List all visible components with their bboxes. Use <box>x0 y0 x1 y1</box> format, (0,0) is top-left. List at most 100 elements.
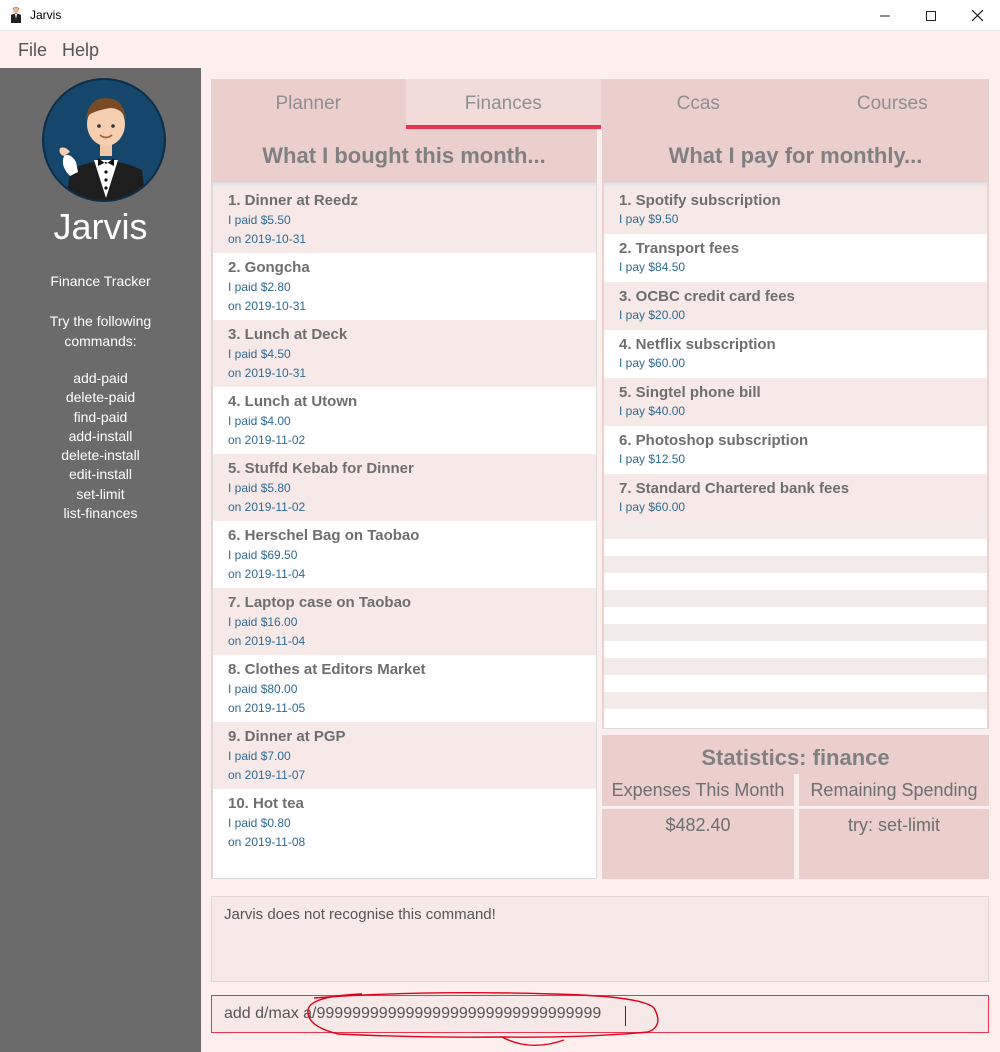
purchase-date: on 2019-11-04 <box>228 567 306 581</box>
result-message: Jarvis does not recognise this command! <box>224 906 496 923</box>
purchase-title: 1. Dinner at Reedz <box>228 192 359 209</box>
monthly-row[interactable]: 7. Standard Chartered bank fees I pay $60… <box>604 474 987 522</box>
monthly-row[interactable]: 6. Photoshop subscription I pay $12.50 <box>604 426 987 474</box>
minimize-icon <box>880 15 890 16</box>
butler-avatar <box>42 78 166 202</box>
purchase-row[interactable]: 7. Laptop case on Taobao I paid $16.00 on … <box>213 588 596 655</box>
monthly-row[interactable]: 5. Singtel phone bill I pay $40.00 <box>604 378 987 426</box>
empty-list-row <box>604 709 987 726</box>
purchase-title: 8. Clothes at Editors Market <box>228 661 426 678</box>
text-caret <box>625 1006 626 1026</box>
purchase-amount: I paid $0.80 <box>228 816 291 830</box>
command-hint: delete-install <box>61 447 140 464</box>
purchase-title: 5. Stuffd Kebab for Dinner <box>228 460 414 477</box>
purchase-date: on 2019-10-31 <box>228 232 307 246</box>
try-commands-text: Try the following commands: <box>49 313 152 349</box>
empty-list-row <box>604 607 987 624</box>
module-subtitle: Finance Tracker <box>50 273 151 289</box>
purchase-title: 9. Dinner at PGP <box>228 728 346 745</box>
monthly-row[interactable]: 2. Transport fees I pay $84.50 <box>604 234 987 282</box>
monthly-row[interactable]: 3. OCBC credit card fees I pay $20.00 <box>604 282 987 330</box>
purchase-amount: I paid $5.50 <box>228 213 291 227</box>
monthly-row[interactable]: 1. Spotify subscription I pay $9.50 <box>604 186 987 234</box>
command-hint: find-paid <box>73 408 128 425</box>
purchase-row[interactable]: 8. Clothes at Editors Market I paid $80.0… <box>213 655 596 722</box>
command-hint: set-limit <box>76 485 125 502</box>
monthly-amount: I pay $20.00 <box>619 308 686 322</box>
purchase-amount: I paid $2.80 <box>228 280 291 294</box>
purchases-panel: What I bought this month... 1. Dinner at… <box>211 129 597 879</box>
monthly-row[interactable]: 4. Netflix subscription I pay $60.00 <box>604 330 987 378</box>
purchase-row[interactable]: 5. Stuffd Kebab for Dinner I paid $5.80 on… <box>213 454 596 521</box>
stat-divider <box>602 806 794 809</box>
purchase-title: 6. Herschel Bag on Taobao <box>228 527 420 544</box>
remaining-label: Remaining Spending <box>810 780 978 800</box>
statistics-panel: Statistics: finance Expenses This Month … <box>602 735 989 879</box>
command-list: add-paid delete-paid find-paid add-install d… <box>0 369 201 523</box>
butler-avatar-icon <box>59 98 146 200</box>
maximize-icon <box>926 10 936 21</box>
command-hint: delete-paid <box>65 389 136 406</box>
purchases-list[interactable]: 1. Dinner at Reedz I paid $5.50 on 2019-10… <box>212 182 597 879</box>
monthly-title: 5. Singtel phone bill <box>619 384 761 401</box>
sidebar: Jarvis Finance Tracker Try the following… <box>0 68 201 1052</box>
empty-list-row <box>604 590 987 607</box>
expenses-label: Expenses This Month <box>611 780 785 800</box>
empty-list-row <box>604 692 987 709</box>
monthly-amount: I pay $12.50 <box>619 452 686 466</box>
command-hint: add-paid <box>73 370 128 386</box>
purchase-row[interactable]: 10. Hot tea I paid $0.80 on 2019-11-08 <box>213 789 596 856</box>
minimize-button[interactable] <box>862 0 908 31</box>
purchase-row[interactable]: 3. Lunch at Deck I paid $4.50 on 2019-10-3… <box>213 320 596 387</box>
command-input[interactable] <box>212 996 988 1032</box>
purchase-amount: I paid $5.80 <box>228 481 291 495</box>
purchase-title: 2. Gongcha <box>228 259 310 276</box>
expenses-value: $482.40 <box>665 815 731 835</box>
monthly-title: 1. Spotify subscription <box>619 192 781 209</box>
monthly-title: 4. Netflix subscription <box>619 336 776 353</box>
purchase-date: on 2019-11-05 <box>228 701 306 715</box>
purchase-amount: I paid $16.00 <box>228 615 298 629</box>
empty-list-row <box>604 641 987 658</box>
monthly-title: 6. Photoshop subscription <box>619 432 809 449</box>
monthly-amount: I pay $60.00 <box>619 500 686 514</box>
empty-list-row <box>604 675 987 692</box>
purchase-row[interactable]: 6. Herschel Bag on Taobao I paid $69.50 on… <box>213 521 596 588</box>
purchase-date: on 2019-11-02 <box>228 500 306 514</box>
tab-bar: Planner Finances Ccas Courses <box>211 79 989 129</box>
tab-ccas[interactable]: Ccas <box>601 79 796 129</box>
tab-courses[interactable]: Courses <box>795 79 990 129</box>
main-panel: Planner Finances Ccas Courses What I bou… <box>201 68 1000 1052</box>
remaining-cell: Remaining Spending try: set-limit <box>799 774 989 879</box>
monthly-panel: What I pay for monthly... 1. Spotify sub… <box>602 129 989 729</box>
purchase-date: on 2019-10-31 <box>228 299 307 313</box>
purchase-amount: I paid $4.00 <box>228 414 291 428</box>
purchase-row[interactable]: 2. Gongcha I paid $2.80 on 2019-10-31 <box>213 253 596 320</box>
maximize-button[interactable] <box>908 0 954 31</box>
purchase-row[interactable]: 1. Dinner at Reedz I paid $5.50 on 2019-10… <box>213 186 596 253</box>
expenses-cell: Expenses This Month $482.40 <box>602 774 794 879</box>
command-box[interactable] <box>211 995 989 1033</box>
monthly-amount: I pay $60.00 <box>619 356 686 370</box>
app-name: Jarvis <box>53 206 148 247</box>
purchase-amount: I paid $4.50 <box>228 347 291 361</box>
purchase-row[interactable]: 4. Lunch at Utown I paid $4.00 on 2019-11-… <box>213 387 596 454</box>
remaining-value: try: set-limit <box>848 815 940 835</box>
monthly-list[interactable]: 1. Spotify subscription I pay $9.50 2. Tra… <box>603 182 988 729</box>
monthly-amount: I pay $84.50 <box>619 260 686 274</box>
monthly-title: 7. Standard Chartered bank fees <box>619 480 850 497</box>
menu-help[interactable]: Help <box>62 40 99 61</box>
purchase-row[interactable]: 9. Dinner at PGP I paid $7.00 on 2019-11-0… <box>213 722 596 789</box>
monthly-title: 3. OCBC credit card fees <box>619 288 795 305</box>
tab-finances[interactable]: Finances <box>406 79 601 129</box>
purchase-date: on 2019-11-07 <box>228 768 306 782</box>
purchase-amount: I paid $69.50 <box>228 548 298 562</box>
menu-file[interactable]: File <box>18 40 47 61</box>
purchase-amount: I paid $80.00 <box>228 682 298 696</box>
close-button[interactable] <box>954 0 1000 31</box>
tab-planner[interactable]: Planner <box>211 79 406 129</box>
window-title: Jarvis <box>30 8 62 22</box>
monthly-header: What I pay for monthly... <box>668 143 923 168</box>
purchase-date: on 2019-10-31 <box>228 366 307 380</box>
empty-list-row <box>604 522 987 539</box>
